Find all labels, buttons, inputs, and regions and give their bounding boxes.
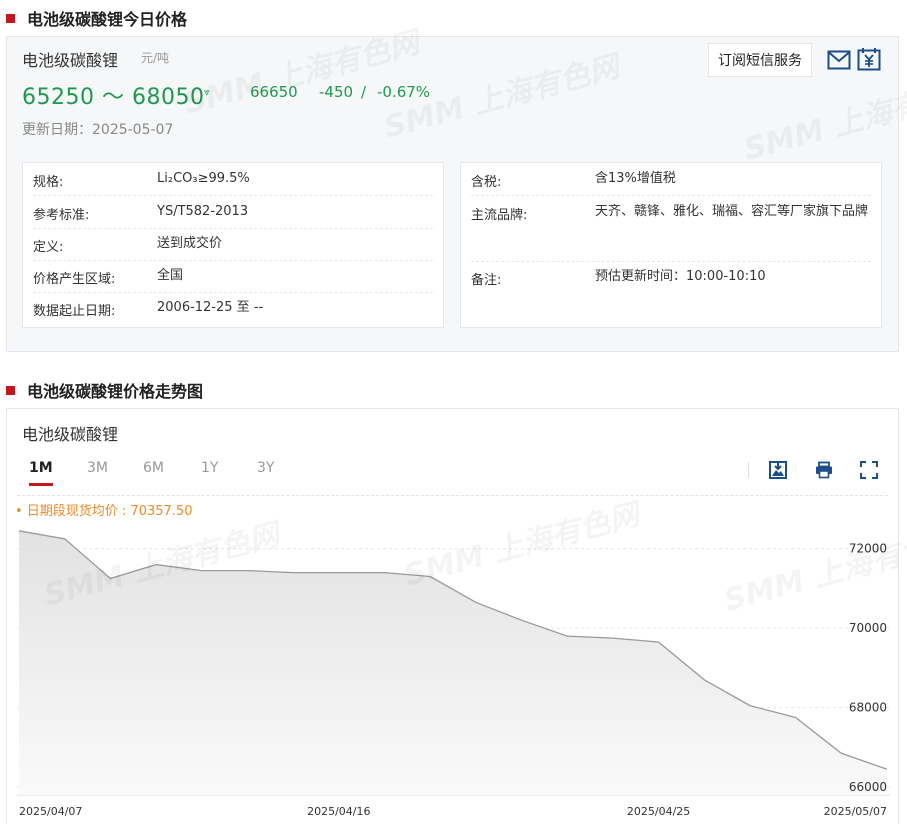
change-separator: / xyxy=(361,83,367,101)
x-tick-label: 2025/04/25 xyxy=(627,805,690,818)
calendar-yuan-icon[interactable] xyxy=(857,47,881,71)
y-tick-label: 66000 xyxy=(849,780,887,794)
spec-value: 送到成交价 xyxy=(157,236,223,251)
y-tick-label: 72000 xyxy=(849,542,887,556)
product-name: 电池级碳酸锂 xyxy=(22,51,119,70)
spec-key: 参考标准: xyxy=(33,208,90,223)
section-heading-today-price: 电池级碳酸锂今日价格 xyxy=(6,6,187,30)
mail-icon[interactable] xyxy=(827,49,851,71)
spec-row: 规格: Li₂CO₃≥99.5% xyxy=(33,171,433,196)
x-tick-label: 2025/04/07 xyxy=(19,805,82,818)
spec-row: 参考标准: YS/T582-2013 xyxy=(33,204,433,229)
spec-value: Li₂CO₃≥99.5% xyxy=(157,171,250,186)
subscribe-sms-button[interactable]: 订阅短信服务 xyxy=(708,43,812,77)
spec-value: 2006-12-25 至 -- xyxy=(157,300,264,315)
price-unit: 元/吨 xyxy=(141,51,170,65)
down-trend-icon: ⩔ xyxy=(204,87,210,98)
spec-value: 预估更新时间：10:00-10:10 xyxy=(595,269,766,284)
y-tick-label: 68000 xyxy=(849,701,887,715)
spec-row: 价格产生区域: 全国 xyxy=(33,268,433,293)
spec-value: YS/T582-2013 xyxy=(157,204,249,219)
update-date-value: 2025-05-07 xyxy=(92,122,174,138)
average-price: 66650 xyxy=(250,83,298,101)
x-tick-label: 2025/05/07 xyxy=(824,805,887,818)
spec-key: 含税: xyxy=(471,175,502,190)
update-date-label: 更新日期： xyxy=(22,122,92,138)
spec-table-left: 规格: Li₂CO₃≥99.5% 参考标准: YS/T582-2013 定义: 送到成交价… xyxy=(22,162,444,328)
price-trend-chart: 66000 68000 70000 72000 2025/04/07 2025/04/1… xyxy=(17,530,890,818)
spec-row: 数据起止日期: 2006-12-25 至 -- xyxy=(33,300,433,325)
price-change: -450 xyxy=(319,83,354,101)
spec-row: 备注: 预估更新时间：10:00-10:10 xyxy=(471,269,871,294)
spec-value: 含13%增值税 xyxy=(595,171,676,186)
spec-key: 主流品牌: xyxy=(471,208,528,223)
price-range: 65250 ～ 68050 xyxy=(22,85,205,110)
x-tick-label: 2025/04/16 xyxy=(307,805,370,818)
spec-key: 价格产生区域: xyxy=(33,272,116,287)
spec-key: 数据起止日期: xyxy=(33,304,116,319)
spec-value: 天齐、赣锋、雅化、瑞福、容汇等厂家旗下品牌 xyxy=(595,204,869,219)
update-date: 更新日期：2025-05-07 xyxy=(22,119,173,139)
section-title: 电池级碳酸锂今日价格 xyxy=(27,10,188,29)
section-marker xyxy=(6,385,15,395)
spec-row: 主流品牌: 天齐、赣锋、雅化、瑞福、容汇等厂家旗下品牌 xyxy=(471,204,871,262)
spec-table-right: 含税: 含13%增值税主流品牌: 天齐、赣锋、雅化、瑞福、容汇等厂家旗下品牌备注: 预… xyxy=(460,162,882,328)
price-trend-card: 电池级碳酸锂 1M 3M 6M 1Y 3Y • 日期段现货均价 : 70357.50 6… xyxy=(6,408,899,824)
spec-row: 定义: 送到成交价 xyxy=(33,236,433,261)
spec-key: 备注: xyxy=(471,273,502,288)
section-title: 电池级碳酸锂价格走势图 xyxy=(27,382,204,401)
section-heading-price-trend: 电池级碳酸锂价格走势图 xyxy=(6,378,203,402)
y-tick-label: 70000 xyxy=(849,621,887,635)
spec-key: 规格: xyxy=(33,175,64,190)
price-change-percent: -0.67% xyxy=(377,83,431,101)
spec-row: 含税: 含13%增值税 xyxy=(471,171,871,196)
price-info-panel: 电池级碳酸锂 元/吨 65250 ～ 68050 ⩔ 66650 -450 / … xyxy=(6,36,899,352)
spec-value: 全国 xyxy=(157,268,184,283)
spec-key: 定义: xyxy=(33,240,64,255)
price-area-fill xyxy=(19,530,887,795)
section-marker xyxy=(6,13,15,23)
